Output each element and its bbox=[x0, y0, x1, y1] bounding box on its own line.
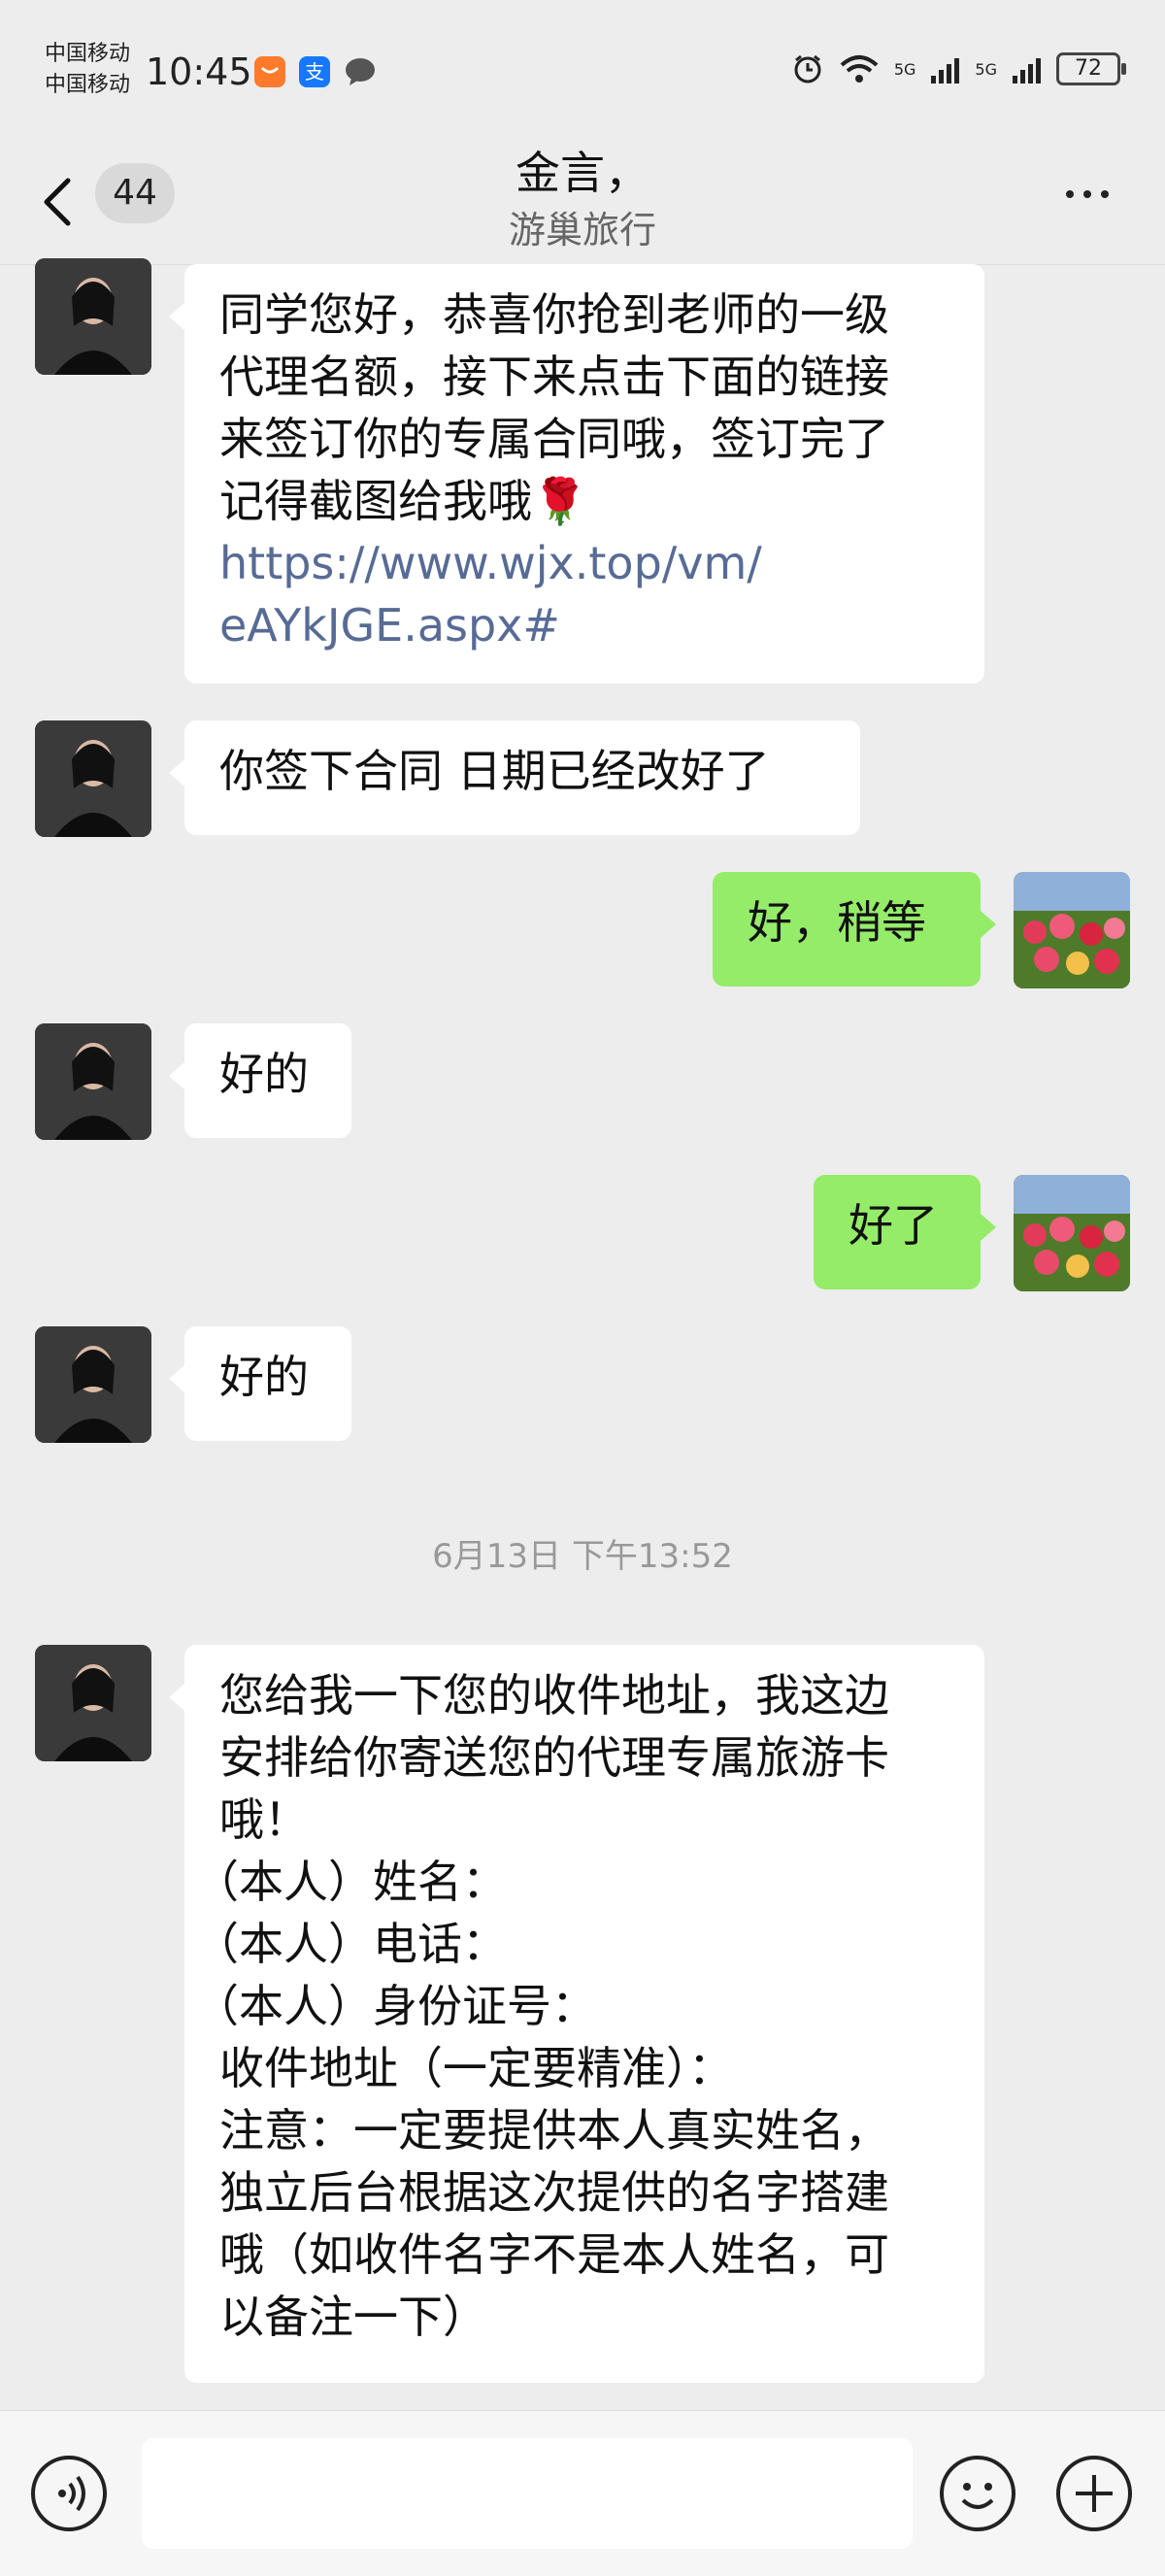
contact-name: 金言， bbox=[516, 147, 649, 199]
message-text: 注意：一定要提供本人真实姓名， bbox=[219, 2104, 889, 2157]
message-bubble[interactable]: 您给我一下您的收件地址，我这边 安排给你寄送您的代理专属旅游卡 哦！ （本人）姓… bbox=[169, 1645, 984, 2383]
emoji-icon bbox=[961, 2483, 994, 2509]
network-type-1: 5G bbox=[893, 59, 916, 79]
voice-icon bbox=[58, 2475, 85, 2512]
message-bubble[interactable]: 同学您好，恭喜你抢到老师的一级 代理名额，接下来点击下面的链接 来签订你的专属合… bbox=[169, 264, 984, 684]
signal-icon bbox=[931, 54, 960, 84]
message-text: （本人）电话： bbox=[194, 1918, 507, 1970]
message-text: （本人）姓名： bbox=[194, 1856, 507, 1908]
contact-avatar[interactable] bbox=[35, 1326, 151, 1443]
message-text: 独立后台根据这次提供的名字搭建 bbox=[219, 2166, 889, 2219]
wifi-icon bbox=[840, 55, 879, 83]
contact-avatar[interactable] bbox=[35, 1645, 151, 1761]
signal-icon-2 bbox=[1013, 54, 1041, 84]
message-text: 安排给你寄送您的代理专属旅游卡 bbox=[219, 1731, 889, 1784]
message-text: 哦！ bbox=[219, 1793, 309, 1846]
status-bar: 中国移动 中国移动 10:45 支 5G 5G 72 bbox=[0, 0, 1165, 146]
message-bubble[interactable]: 好的 bbox=[169, 1326, 351, 1441]
voice-button[interactable] bbox=[31, 2456, 107, 2531]
message-text: 好，稍等 bbox=[748, 896, 926, 949]
message-text: 好的 bbox=[219, 1351, 309, 1403]
plus-button[interactable] bbox=[1056, 2456, 1132, 2531]
message-link[interactable]: eAYkJGE.aspx# bbox=[219, 594, 949, 656]
more-icon bbox=[1066, 190, 1109, 198]
contact-company: 游巢旅行 bbox=[508, 209, 656, 251]
message-app-icon bbox=[344, 56, 377, 91]
message-bubble[interactable]: 你签下合同 日期已经改好了 bbox=[169, 720, 860, 835]
my-message-bubble[interactable]: 好了 bbox=[814, 1175, 996, 1289]
my-avatar[interactable] bbox=[1014, 872, 1130, 988]
contact-avatar[interactable] bbox=[35, 720, 151, 837]
message-text: 好的 bbox=[219, 1048, 309, 1100]
message-text: 收件地址（一定要精准）： bbox=[219, 2042, 733, 2094]
message-text: 好了 bbox=[849, 1199, 938, 1252]
carrier-1: 中国移动 bbox=[45, 42, 131, 66]
network-type-2: 5G bbox=[975, 59, 997, 79]
taobao-app-icon bbox=[254, 56, 285, 87]
my-message-bubble[interactable]: 好，稍等 bbox=[713, 872, 996, 987]
chat-input-bar bbox=[0, 2410, 1165, 2576]
emoji-button[interactable] bbox=[940, 2456, 1015, 2531]
carrier-2: 中国移动 bbox=[45, 73, 131, 97]
battery-icon: 72 bbox=[1056, 52, 1126, 85]
message-text: 代理名额，接下来点击下面的链接 bbox=[219, 351, 889, 403]
message-text: 记得截图给我哦🌹 bbox=[219, 475, 588, 527]
carrier-names: 中国移动 中国移动 bbox=[45, 39, 130, 101]
alipay-app-icon: 支 bbox=[299, 56, 330, 87]
my-avatar[interactable] bbox=[1014, 1175, 1130, 1291]
message-text: （本人）身份证号： bbox=[194, 1980, 596, 2032]
message-text: 你签下合同 日期已经改好了 bbox=[219, 745, 770, 797]
message-timestamp: 6月13日 下午13:52 bbox=[432, 1537, 733, 1576]
contact-avatar[interactable] bbox=[35, 258, 151, 375]
message-text: 以备注一下） bbox=[219, 2291, 487, 2343]
message-bubble[interactable]: 好的 bbox=[169, 1023, 351, 1138]
contact-avatar[interactable] bbox=[35, 1023, 151, 1140]
message-input[interactable] bbox=[142, 2438, 913, 2549]
message-text: 哦（如收件名字不是本人姓名，可 bbox=[219, 2228, 889, 2281]
plus-icon bbox=[1076, 2475, 1113, 2512]
alarm-icon bbox=[794, 54, 821, 84]
message-link[interactable]: https://www.wjx.top/vm/ bbox=[219, 532, 949, 594]
notification-icons: 支 bbox=[254, 56, 377, 91]
status-time: 10:45 bbox=[146, 50, 252, 93]
message-text: 来签订你的专属合同哦，签订完了 bbox=[219, 413, 889, 465]
battery-level: 72 bbox=[1075, 56, 1102, 81]
status-indicators: 5G 5G 72 bbox=[791, 52, 1126, 85]
more-button[interactable] bbox=[1066, 190, 1109, 198]
message-text: 您给我一下您的收件地址，我这边 bbox=[219, 1669, 889, 1722]
message-text: 同学您好，恭喜你抢到老师的一级 bbox=[219, 288, 889, 341]
